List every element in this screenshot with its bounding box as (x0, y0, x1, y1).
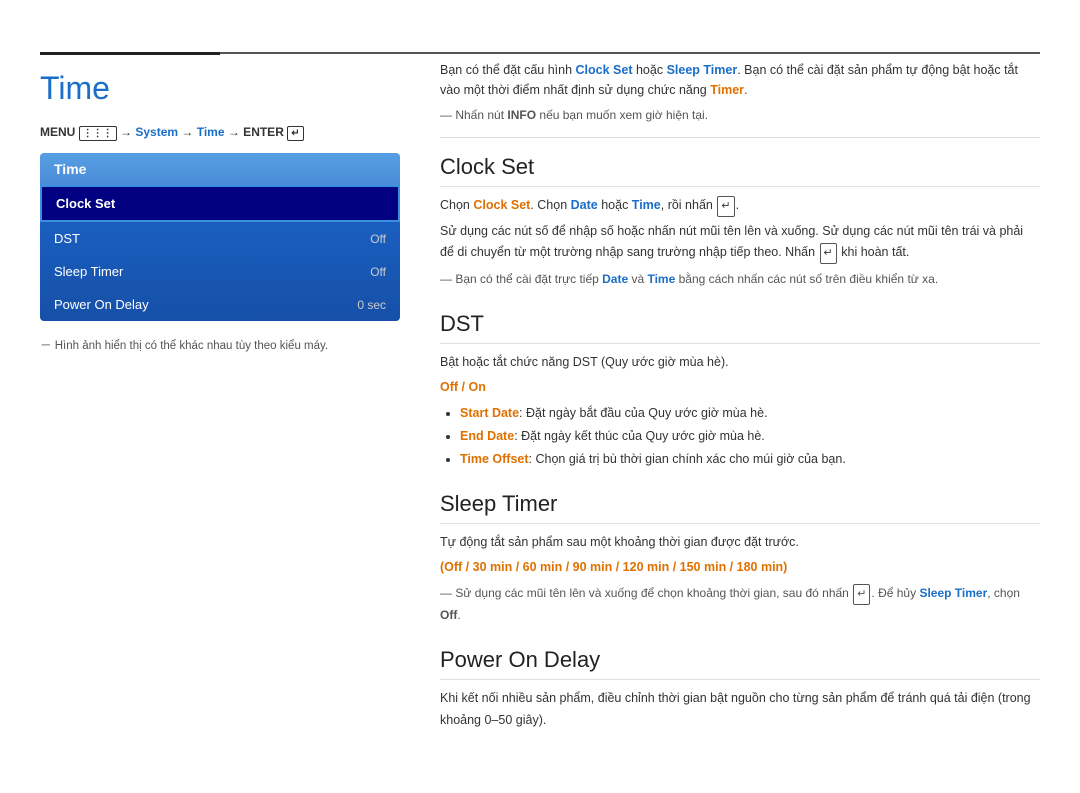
section-clock-set: Clock Set Chọn Clock Set. Chọn Date hoặc… (440, 154, 1040, 289)
section-power-on-delay: Power On Delay Khi kết nối nhiều sản phẩ… (440, 647, 1040, 731)
dst-para1: Bật hoặc tắt chức năng DST (Quy ước giờ … (440, 352, 1040, 373)
clock-set-para2: Sử dụng các nút số để nhập số hoặc nhấn … (440, 221, 1040, 264)
intro-sleep-timer-ref: Sleep Timer (667, 63, 738, 77)
left-panel: Time MENU ⋮⋮⋮ → System → Time → ENTER ↵ … (40, 60, 400, 753)
menu-item-sleep-timer-value: Off (370, 265, 386, 279)
menu-box: Time Clock Set DST Off Sleep Timer Off P… (40, 153, 400, 321)
section-sleep-timer-body: Tự động tắt sản phẩm sau một khoảng thời… (440, 532, 1040, 626)
dst-bullet-list: Start Date: Đặt ngày bắt đầu của Quy ước… (440, 403, 1040, 469)
menu-time: Time (197, 125, 225, 139)
menu-item-sleep-timer-label: Sleep Timer (54, 264, 123, 279)
clock-set-para1: Chọn Clock Set. Chọn Date hoặc Time, rồi… (440, 195, 1040, 217)
menu-item-dst-value: Off (370, 232, 386, 246)
dst-off-on: Off / On (440, 377, 1040, 398)
menu-item-power-on-delay-value: 0 sec (357, 298, 386, 312)
section-dst: DST Bật hoặc tắt chức năng DST (Quy ước … (440, 311, 1040, 469)
menu-icon: ⋮⋮⋮ (79, 126, 117, 141)
menu-path: MENU ⋮⋮⋮ → System → Time → ENTER ↵ (40, 125, 400, 139)
menu-item-clock-set[interactable]: Clock Set (40, 185, 400, 222)
sleep-timer-options: (Off / 30 min / 60 min / 90 min / 120 mi… (440, 557, 1040, 578)
menu-system: System (135, 125, 178, 139)
menu-item-power-on-delay-label: Power On Delay (54, 297, 149, 312)
section-dst-body: Bật hoặc tắt chức năng DST (Quy ước giờ … (440, 352, 1040, 469)
dst-bullet-3: Time Offset: Chọn giá trị bù thời gian c… (460, 449, 1040, 469)
dst-bullet-2: End Date: Đặt ngày kết thúc của Quy ước … (460, 426, 1040, 446)
section-clock-set-title: Clock Set (440, 154, 1040, 187)
section-sleep-timer: Sleep Timer Tự động tắt sản phẩm sau một… (440, 491, 1040, 626)
section-sleep-timer-title: Sleep Timer (440, 491, 1040, 524)
menu-item-sleep-timer[interactable]: Sleep Timer Off (40, 255, 400, 288)
clock-set-note: Bạn có thể cài đặt trực tiếp Date và Tim… (440, 269, 1040, 289)
left-note: Hình ảnh hiển thị có thể khác nhau tùy t… (40, 337, 400, 353)
intro-timer-ref: Timer (710, 83, 744, 97)
section-dst-title: DST (440, 311, 1040, 344)
page-title: Time (40, 70, 400, 107)
section-power-on-delay-body: Khi kết nối nhiều sản phẩm, điều chỉnh t… (440, 688, 1040, 731)
menu-item-dst[interactable]: DST Off (40, 222, 400, 255)
menu-header: Time (40, 153, 400, 185)
menu-item-clock-set-label: Clock Set (56, 196, 115, 211)
sleep-timer-para1: Tự động tắt sản phẩm sau một khoảng thời… (440, 532, 1040, 553)
dst-bullet-1: Start Date: Đặt ngày bắt đầu của Quy ước… (460, 403, 1040, 423)
menu-path-text: MENU (40, 125, 79, 139)
menu-item-power-on-delay[interactable]: Power On Delay 0 sec (40, 288, 400, 321)
enter-icon2: ↵ (820, 243, 837, 264)
intro-clock-set-ref: Clock Set (576, 63, 633, 77)
enter-icon-menu: ↵ (287, 126, 303, 141)
enter-icon3: ↵ (853, 584, 870, 605)
intro-note: Nhấn nút INFO nếu bạn muốn xem giờ hiện … (440, 106, 1040, 125)
intro-paragraph: Bạn có thể đặt cấu hình Clock Set hoặc S… (440, 60, 1040, 100)
intro-section: Bạn có thể đặt cấu hình Clock Set hoặc S… (440, 60, 1040, 138)
menu-item-dst-label: DST (54, 231, 80, 246)
power-on-delay-para1: Khi kết nối nhiều sản phẩm, điều chỉnh t… (440, 688, 1040, 731)
section-power-on-delay-title: Power On Delay (440, 647, 1040, 680)
section-clock-set-body: Chọn Clock Set. Chọn Date hoặc Time, rồi… (440, 195, 1040, 289)
enter-icon1: ↵ (717, 196, 734, 217)
right-panel: Bạn có thể đặt cấu hình Clock Set hoặc S… (440, 60, 1040, 753)
sleep-timer-note: Sử dụng các mũi tên lên và xuống để chọn… (440, 583, 1040, 625)
